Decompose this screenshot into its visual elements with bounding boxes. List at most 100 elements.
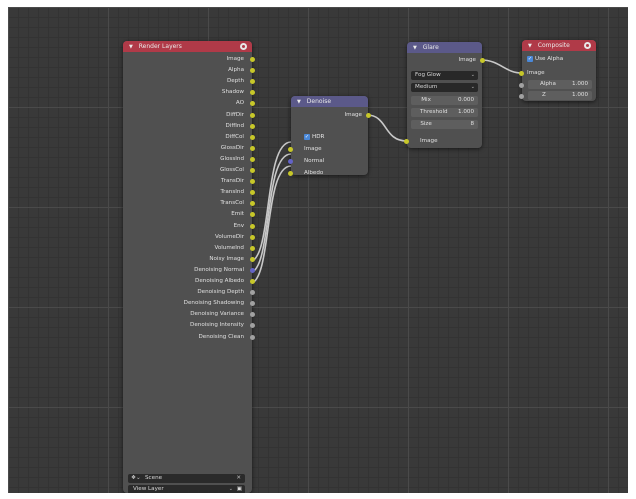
collapse-arrow-icon[interactable]: ▼: [129, 44, 133, 50]
denoise-node[interactable]: ▼ Denoise Image ✓ HDR Image Normal Albed…: [288, 96, 371, 176]
collapse-arrow-icon[interactable]: ▼: [528, 43, 532, 49]
z-label: Z: [542, 92, 546, 98]
checkbox-icon[interactable]: ✓: [304, 134, 310, 140]
denoise-input-image-socket[interactable]: [288, 147, 293, 152]
close-icon[interactable]: ✕: [236, 474, 241, 483]
render-layers-output-label: AO: [235, 100, 244, 107]
glare-type-value: Fog Glow: [415, 72, 441, 78]
glare-mix-field[interactable]: Mix 0.000: [411, 96, 478, 105]
composite-title: Composite: [537, 42, 570, 49]
view-layer-selector[interactable]: View Layer ⌄ ▣: [128, 485, 245, 493]
alpha-label: Alpha: [540, 81, 556, 87]
render-layers-output-label: DiffInd: [225, 122, 244, 129]
render-layers-output-label: TransCol: [220, 200, 244, 207]
collapse-arrow-icon[interactable]: ▼: [413, 45, 417, 51]
render-layers-output-label: TransDir: [221, 178, 244, 185]
render-layers-output-label: Depth: [226, 78, 244, 85]
render-layers-output-socket[interactable]: [250, 134, 255, 140]
render-layers-output-socket[interactable]: [250, 123, 255, 129]
glare-threshold-field[interactable]: Threshold 1.000: [411, 108, 478, 117]
render-layers-title: Render Layers: [138, 43, 182, 50]
composite-header[interactable]: ▼ Composite: [522, 40, 596, 51]
wire-glare-to-composite: [480, 59, 523, 74]
node-editor[interactable]: ▼ Render Layers Image Alpha Depth Shadow AO D…: [8, 7, 628, 493]
render-layers-output-socket[interactable]: [250, 223, 255, 229]
composite-alpha-field[interactable]: Alpha 1.000: [528, 80, 592, 89]
glare-title: Glare: [422, 44, 439, 51]
render-layers-output-socket[interactable]: [250, 234, 255, 240]
render-layers-output-socket[interactable]: [250, 245, 255, 251]
dropdown-caret-icon: ⌄: [470, 72, 475, 78]
render-layers-output-label: Shadow: [221, 89, 244, 96]
render-layers-output-socket[interactable]: [250, 68, 255, 74]
render-layers-output-socket[interactable]: [250, 57, 255, 62]
render-layers-output-socket[interactable]: [250, 279, 255, 284]
render-layers-output-socket[interactable]: [250, 90, 255, 96]
render-layers-output-label: VolumeInd: [214, 244, 244, 251]
glare-input-image-socket[interactable]: [404, 139, 409, 144]
composite-input-image-socket[interactable]: [519, 71, 524, 76]
render-layers-output-label: Denoising Variance: [190, 311, 244, 318]
render-layers-output-label: Image: [226, 56, 244, 62]
render-layers-output-socket[interactable]: [250, 334, 255, 340]
checkbox-icon[interactable]: ✓: [527, 56, 533, 62]
wire-albedo-to-denoise-albedo: [248, 165, 292, 285]
denoise-input-albedo-socket[interactable]: [288, 171, 293, 176]
render-layers-output-socket[interactable]: [250, 267, 255, 273]
scene-value: Scene: [145, 475, 163, 481]
size-value: 8: [470, 121, 474, 127]
render-layers-header[interactable]: ▼ Render Layers: [123, 41, 252, 52]
composite-input-z-socket[interactable]: [519, 94, 524, 99]
render-layers-output-socket[interactable]: [250, 156, 255, 162]
render-layers-output-socket[interactable]: [250, 145, 255, 151]
hdr-label: HDR: [312, 134, 325, 140]
wire-denoise-to-glare: [366, 114, 408, 142]
render-layers-output-socket[interactable]: [250, 290, 255, 296]
glare-size-field[interactable]: Size 8: [411, 120, 478, 129]
denoise-input-normal: Normal: [304, 158, 325, 164]
collapse-arrow-icon[interactable]: ▼: [297, 99, 301, 105]
render-layers-output-label: Env: [233, 222, 244, 229]
scene-icon: ❖⌄: [131, 475, 141, 481]
render-layers-output-socket[interactable]: [250, 201, 255, 207]
render-layers-output-socket[interactable]: [250, 323, 255, 329]
denoise-header[interactable]: ▼ Denoise: [291, 96, 368, 107]
denoise-input-normal-socket[interactable]: [288, 159, 293, 164]
render-layers-output-socket[interactable]: [250, 79, 255, 85]
dropdown-caret-icon[interactable]: ⌄: [229, 485, 233, 493]
denoise-title: Denoise: [306, 98, 332, 105]
render-layers-output-socket[interactable]: [250, 256, 255, 262]
glare-output-socket[interactable]: [480, 58, 485, 63]
render-layers-output-label: VolumeDir: [215, 233, 244, 240]
render-layers-output-label: GlossInd: [220, 155, 244, 162]
composite-input-alpha-socket[interactable]: [519, 83, 524, 88]
scene-selector[interactable]: ❖⌄ Scene ✕: [128, 474, 245, 483]
size-label: Size: [420, 121, 432, 127]
denoise-input-albedo: Albedo: [304, 170, 324, 176]
glare-quality-dropdown[interactable]: Medium ⌄: [411, 83, 478, 92]
glare-header[interactable]: ▼ Glare: [407, 42, 482, 53]
render-layers-output-socket[interactable]: [250, 190, 255, 196]
render-layers-output-socket[interactable]: [250, 312, 255, 318]
render-layers-output-socket[interactable]: [250, 101, 255, 107]
render-layers-output-socket[interactable]: [250, 112, 255, 118]
composite-node[interactable]: ▼ Composite ✓ Use Alpha Image Alpha 1.00…: [519, 40, 596, 101]
denoise-input-image: Image: [304, 146, 322, 152]
render-layers-output-socket[interactable]: [250, 179, 255, 185]
render-icon[interactable]: ▣: [237, 485, 242, 493]
alpha-value: 1.000: [571, 81, 588, 87]
render-layers-output-socket[interactable]: [250, 212, 255, 218]
node-badge-icon[interactable]: [584, 42, 591, 49]
render-layers-output-socket[interactable]: [250, 168, 255, 173]
render-layers-output-socket[interactable]: [250, 301, 255, 307]
render-layers-output-label: Denoising Depth: [197, 289, 244, 296]
render-layers-output-label: Denoising Intensity: [190, 322, 244, 329]
render-layers-node[interactable]: ▼ Render Layers Image Alpha Depth Shadow AO D…: [123, 41, 255, 493]
composite-z-field[interactable]: Z 1.000: [528, 91, 592, 100]
render-layers-output-label: GlossCol: [219, 167, 244, 173]
node-badge-icon[interactable]: [240, 43, 247, 50]
glare-type-dropdown[interactable]: Fog Glow ⌄: [411, 71, 478, 80]
denoise-output-socket[interactable]: [366, 113, 371, 118]
mix-label: Mix: [421, 97, 431, 103]
glare-node[interactable]: ▼ Glare Image Fog Glow ⌄ Medium ⌄ Mix 0.…: [404, 42, 485, 148]
